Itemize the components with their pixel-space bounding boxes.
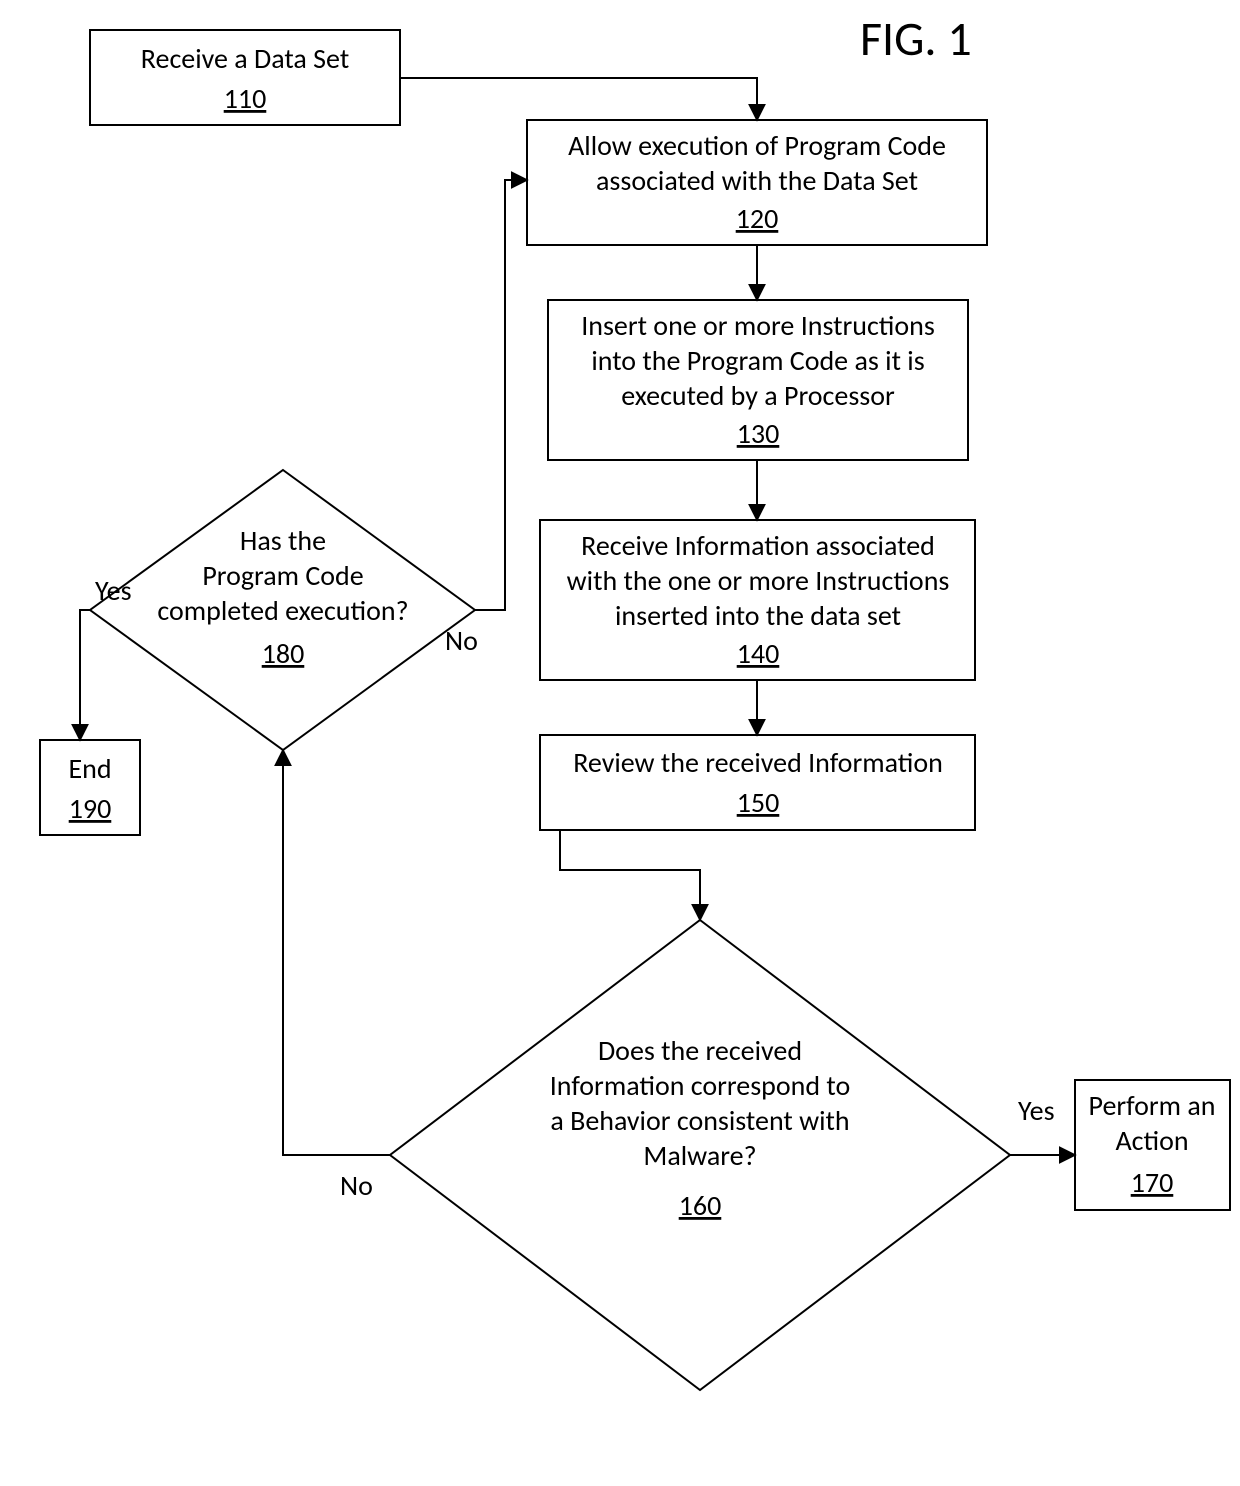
node-110-text: Receive a Data Set <box>141 41 349 76</box>
node-150-num: 150 <box>737 785 780 820</box>
node-120-text1: Allow execution of Program Code <box>568 128 946 163</box>
node-120: Allow execution of Program Code associat… <box>527 120 987 245</box>
node-170-text2: Action <box>1115 1123 1188 1158</box>
node-140-num: 140 <box>737 636 780 671</box>
node-190: End 190 <box>40 740 140 835</box>
node-160-text3: a Behavior consistent with <box>550 1103 849 1138</box>
node-150-text: Review the received Information <box>573 745 943 780</box>
node-130-text2: into the Program Code as it is <box>591 343 924 378</box>
node-180-num: 180 <box>262 636 305 671</box>
node-120-text2: associated with the Data Set <box>596 163 918 198</box>
node-190-num: 190 <box>69 791 112 826</box>
node-160-text2: Information correspond to <box>550 1068 851 1103</box>
node-140-text1: Receive Information associated <box>581 528 935 563</box>
node-170: Perform an Action 170 <box>1075 1080 1230 1210</box>
node-120-num: 120 <box>736 201 779 236</box>
node-140-text3: inserted into the data set <box>615 598 901 633</box>
label-yes-160: Yes <box>1018 1093 1055 1128</box>
node-140: Receive Information associated with the … <box>540 520 975 680</box>
node-180: Has the Program Code completed execution… <box>90 470 475 750</box>
label-yes-180: Yes <box>95 573 132 608</box>
node-170-num: 170 <box>1131 1165 1174 1200</box>
node-150: Review the received Information 150 <box>540 735 975 830</box>
node-110: Receive a Data Set 110 <box>90 30 400 125</box>
node-110-num: 110 <box>224 81 267 116</box>
edge-180-120 <box>475 180 527 610</box>
node-140-text2: with the one or more Instructions <box>567 563 950 598</box>
node-160-text1: Does the received <box>598 1033 802 1068</box>
node-160: Does the received Information correspond… <box>390 920 1010 1390</box>
label-no-180: No <box>445 623 478 658</box>
edge-180-190 <box>80 610 90 740</box>
node-180-text1: Has the <box>240 523 326 558</box>
flowchart: FIG. 1 Receive a Data Set 110 Allow exec… <box>0 0 1240 1486</box>
node-130: Insert one or more Instructions into the… <box>548 300 968 460</box>
edge-110-120 <box>400 78 757 120</box>
node-180-text2: Program Code <box>202 558 363 593</box>
label-no-160: No <box>340 1168 373 1203</box>
node-160-text4: Malware? <box>643 1138 756 1173</box>
figure-label: FIG. 1 <box>860 9 972 68</box>
node-160-num: 160 <box>679 1188 722 1223</box>
edge-150-160 <box>560 830 700 920</box>
node-180-text3: completed execution? <box>157 593 408 628</box>
node-130-num: 130 <box>737 416 780 451</box>
node-170-text1: Perform an <box>1089 1088 1216 1123</box>
edge-160-180 <box>283 750 390 1155</box>
node-130-text1: Insert one or more Instructions <box>581 308 935 343</box>
node-190-text: End <box>68 751 111 786</box>
node-130-text3: executed by a Processor <box>621 378 895 413</box>
